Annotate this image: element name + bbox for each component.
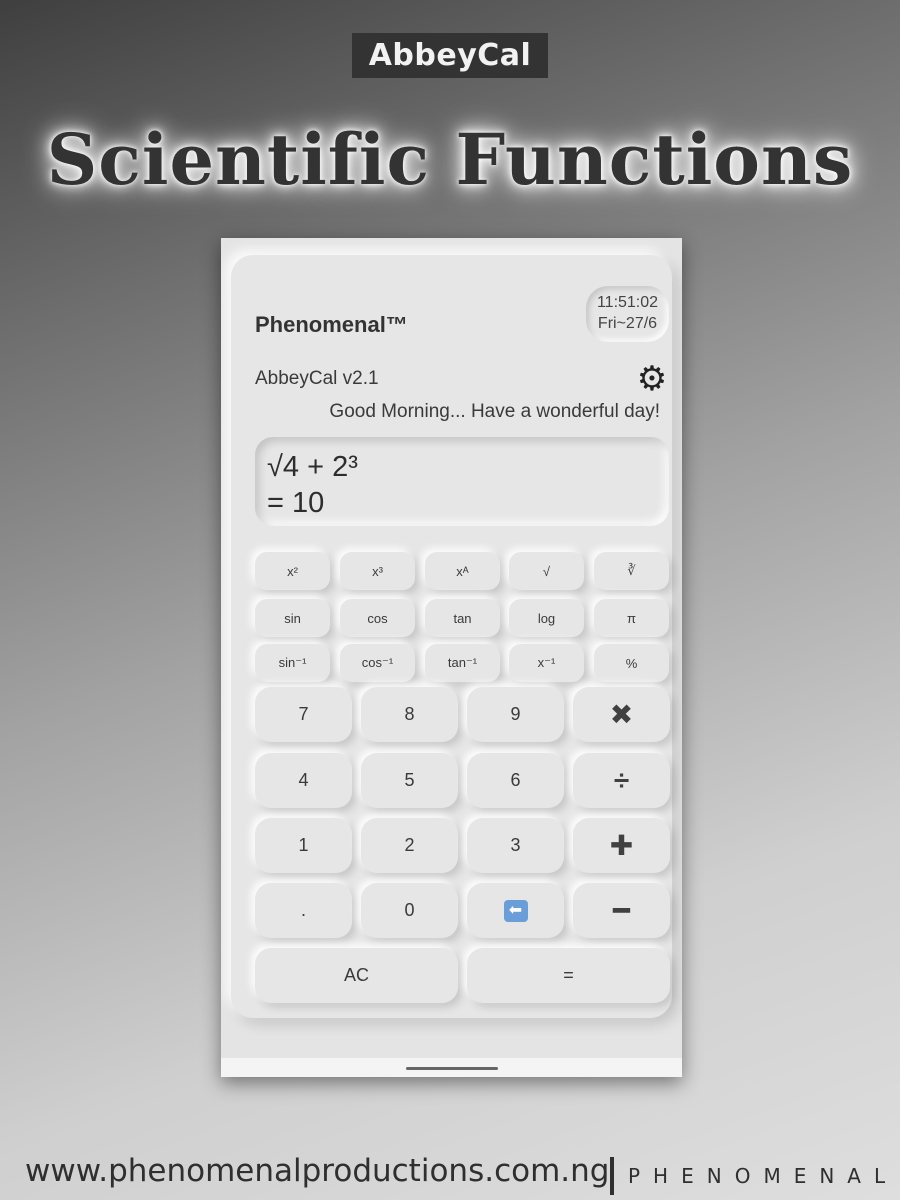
greeting-message: Good Morning... Have a wonderful day! (329, 401, 660, 422)
calculator-card: Phenomenal™ 11:51:02 Fri~27/6 AbbeyCal v… (231, 255, 672, 1018)
key-6[interactable]: 6 (467, 753, 564, 808)
divide-icon[interactable]: ÷ (573, 753, 670, 808)
website-url: www.phenomenalproductions.com.ng (25, 1153, 610, 1189)
key-7[interactable]: 7 (255, 687, 352, 742)
clock-date: Fri~27/6 (597, 315, 658, 332)
navigation-bar (221, 1058, 682, 1077)
key-square[interactable]: x² (255, 552, 330, 590)
key-square-root[interactable]: √ (509, 552, 584, 590)
multiply-icon[interactable]: ✖ (573, 687, 670, 742)
key-2[interactable]: 2 (361, 818, 458, 873)
key-4[interactable]: 4 (255, 753, 352, 808)
key-arcsin[interactable]: sin⁻¹ (255, 644, 330, 682)
key-arccos[interactable]: cos⁻¹ (340, 644, 415, 682)
key-8[interactable]: 8 (361, 687, 458, 742)
key-backspace[interactable]: ⬅ (467, 883, 564, 938)
key-cube[interactable]: x³ (340, 552, 415, 590)
app-name: Phenomenal™ (255, 312, 408, 337)
key-log[interactable]: log (509, 599, 584, 637)
clock-widget: 11:51:02 Fri~27/6 (586, 286, 669, 342)
key-decimal[interactable]: . (255, 883, 352, 938)
clock-time: 11:51:02 (596, 294, 659, 311)
poster-headline: Scientific Functions (46, 118, 854, 201)
key-reciprocal[interactable]: x⁻¹ (509, 644, 584, 682)
brand-logo: AbbeyCal (352, 33, 548, 78)
settings-gear-icon[interactable]: ⚙ (635, 362, 669, 396)
minus-icon[interactable]: ━ (573, 883, 670, 938)
home-indicator[interactable] (406, 1067, 498, 1070)
key-power[interactable]: xᴬ (425, 552, 500, 590)
key-5[interactable]: 5 (361, 753, 458, 808)
result-text: = 10 (267, 487, 325, 519)
key-tan[interactable]: tan (425, 599, 500, 637)
key-3[interactable]: 3 (467, 818, 564, 873)
equals-button[interactable]: = (467, 948, 670, 1003)
app-version: AbbeyCal v2.1 (255, 368, 379, 389)
key-cos[interactable]: cos (340, 599, 415, 637)
plus-icon[interactable]: ✚ (573, 818, 670, 873)
key-9[interactable]: 9 (467, 687, 564, 742)
studio-logo: PHENOMENAL (628, 1164, 899, 1188)
clear-button[interactable]: AC (255, 948, 458, 1003)
calculator-display: √4 + 2³ = 10 (255, 437, 669, 526)
backspace-icon: ⬅ (503, 899, 528, 922)
key-arctan[interactable]: tan⁻¹ (425, 644, 500, 682)
key-1[interactable]: 1 (255, 818, 352, 873)
phone-screen: Phenomenal™ 11:51:02 Fri~27/6 AbbeyCal v… (221, 238, 682, 1077)
key-cube-root[interactable]: ∛ (594, 552, 669, 590)
brand-name: AbbeyCal (368, 38, 532, 73)
key-percent[interactable]: % (594, 644, 669, 682)
footer-divider (610, 1157, 614, 1195)
key-pi[interactable]: π (594, 599, 669, 637)
key-sin[interactable]: sin (255, 599, 330, 637)
expression-text: √4 + 2³ (267, 451, 358, 483)
key-0[interactable]: 0 (361, 883, 458, 938)
